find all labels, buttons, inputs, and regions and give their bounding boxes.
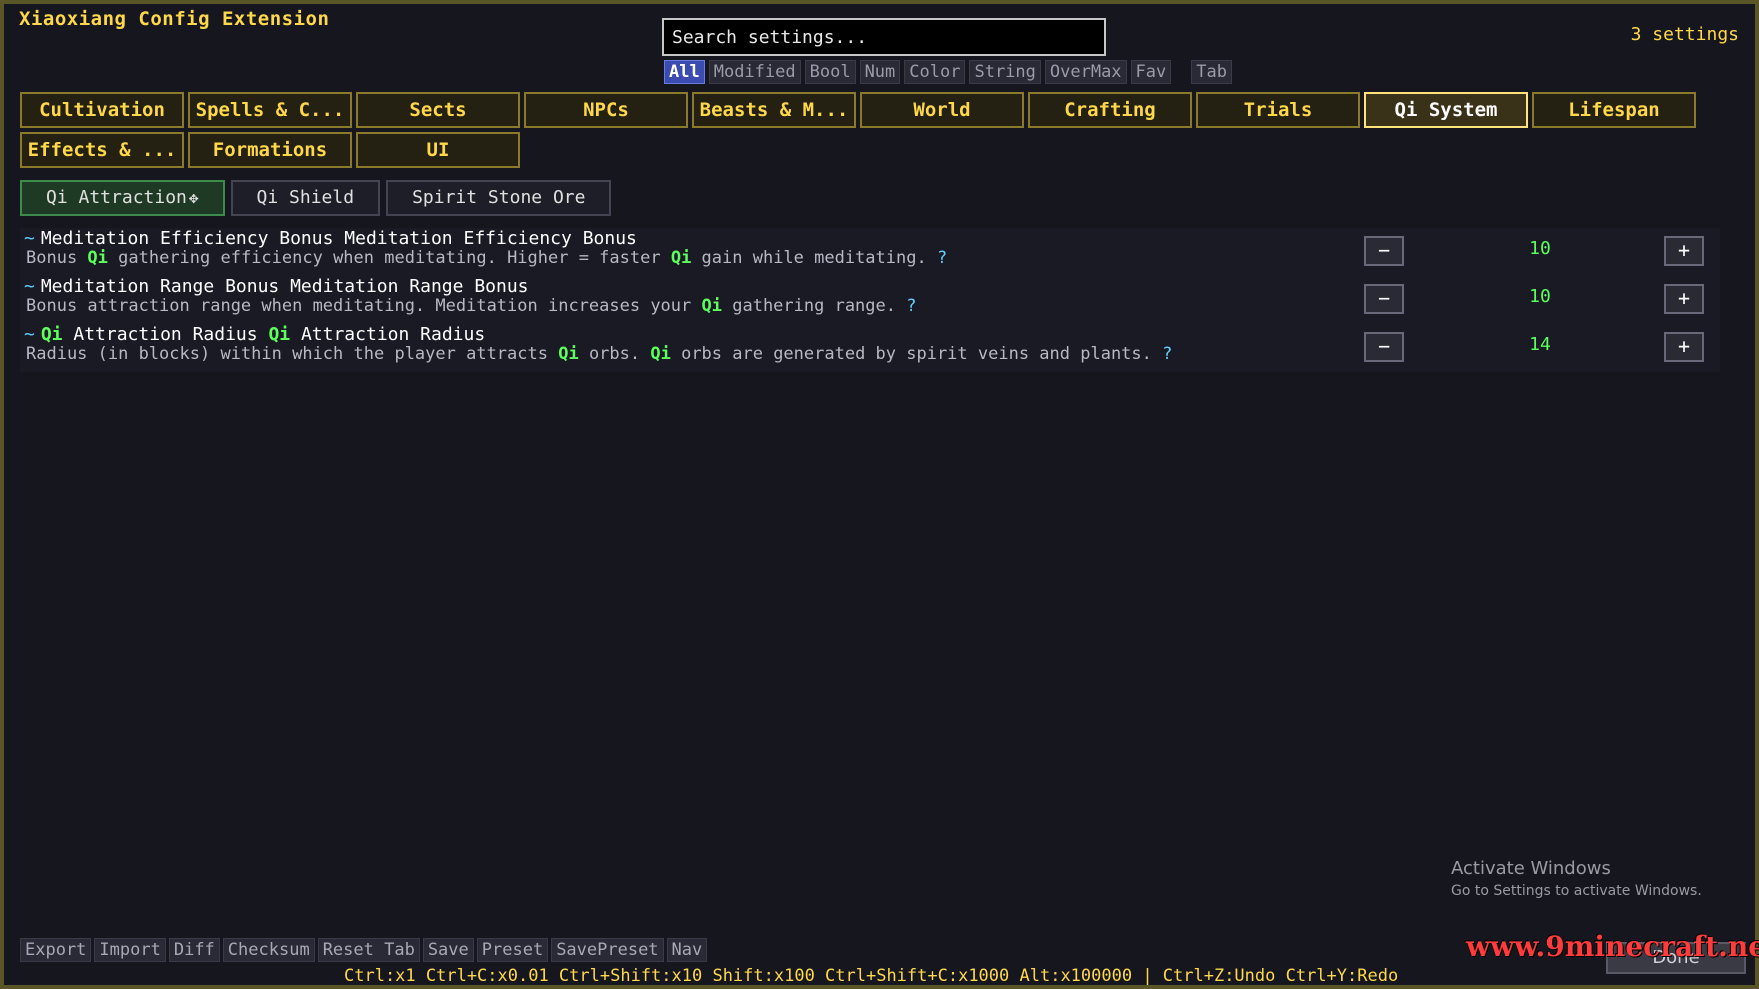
settings-count: 3 settings: [1630, 24, 1739, 45]
search-input[interactable]: [662, 18, 1106, 56]
filter-all[interactable]: All: [664, 60, 705, 84]
decrement-button[interactable]: −: [1364, 332, 1404, 362]
filter-color[interactable]: Color: [904, 60, 966, 84]
app-title: Xiaoxiang Config Extension: [19, 8, 330, 30]
site-watermark: www.9minecraft.net: [1466, 930, 1759, 963]
increment-button[interactable]: +: [1664, 284, 1704, 314]
help-icon[interactable]: ?: [937, 248, 947, 268]
reset-tab-button[interactable]: Reset Tab: [317, 938, 420, 962]
mouse-cursor-icon: ✥: [188, 188, 199, 207]
tab-trials[interactable]: Trials: [1196, 92, 1360, 128]
filter-modified[interactable]: Modified: [708, 60, 801, 84]
tab-qi-system[interactable]: Qi System: [1364, 92, 1528, 128]
export-button[interactable]: Export: [20, 938, 92, 962]
filter-bar: All Modified Bool Num Color String OverM…: [664, 60, 1232, 84]
setting-title: ~ Qi Attraction Radius Qi Attraction Radi…: [24, 324, 486, 345]
diff-button[interactable]: Diff: [168, 938, 220, 962]
import-button[interactable]: Import: [94, 938, 166, 962]
tab-effects[interactable]: Effects & ...: [20, 132, 184, 168]
filter-string[interactable]: String: [969, 60, 1041, 84]
preset-button[interactable]: Preset: [476, 938, 549, 962]
modified-marker: ~: [24, 276, 35, 297]
checksum-button[interactable]: Checksum: [222, 938, 315, 962]
help-icon[interactable]: ?: [1162, 344, 1172, 364]
setting-title: ~ Meditation Efficiency Bonus Meditation …: [24, 228, 637, 249]
save-preset-button[interactable]: SavePreset: [551, 938, 664, 962]
tab-formations[interactable]: Formations: [188, 132, 352, 168]
modified-marker: ~: [24, 324, 35, 345]
bottom-toolbar: Export Import Diff Checksum Reset Tab Sa…: [20, 938, 708, 962]
subtab-label: Qi Attraction: [46, 187, 187, 208]
decrement-button[interactable]: −: [1364, 236, 1404, 266]
save-button[interactable]: Save: [422, 938, 474, 962]
tab-world[interactable]: World: [860, 92, 1024, 128]
decrement-button[interactable]: −: [1364, 284, 1404, 314]
setting-title: ~ Meditation Range Bonus Meditation Range…: [24, 276, 529, 297]
tab-crafting[interactable]: Crafting: [1028, 92, 1192, 128]
tab-beasts[interactable]: Beasts & M...: [692, 92, 856, 128]
tab-spells[interactable]: Spells & C...: [188, 92, 352, 128]
setting-description: Bonus Qi gathering efficiency when medit…: [26, 248, 948, 268]
increment-button[interactable]: +: [1664, 236, 1704, 266]
windows-activation-watermark: Activate Windows Go to Settings to activ…: [1451, 858, 1702, 899]
setting-value[interactable]: 10: [1440, 238, 1640, 259]
subtab-bar: Qi Attraction ✥ Qi Shield Spirit Stone Or…: [20, 180, 612, 216]
filter-tab[interactable]: Tab: [1191, 60, 1232, 84]
subtab-qi-shield[interactable]: Qi Shield: [230, 180, 381, 216]
tab-npcs[interactable]: NPCs: [524, 92, 688, 128]
help-icon[interactable]: ?: [906, 296, 916, 316]
tab-cultivation[interactable]: Cultivation: [20, 92, 184, 128]
filter-fav[interactable]: Fav: [1130, 60, 1172, 84]
tab-ui[interactable]: UI: [356, 132, 520, 168]
config-screen: Xiaoxiang Config Extension 3 settings Al…: [0, 0, 1759, 989]
setting-row: ~ Qi Attraction Radius Qi Attraction Radi…: [20, 324, 1720, 372]
setting-description: Radius (in blocks) within which the play…: [26, 344, 1173, 364]
setting-description: Bonus attraction range when meditating. …: [26, 296, 917, 316]
settings-list: ~ Meditation Efficiency Bonus Meditation …: [20, 228, 1720, 372]
filter-overmax[interactable]: OverMax: [1044, 60, 1127, 84]
setting-value[interactable]: 14: [1440, 334, 1640, 355]
tab-lifespan[interactable]: Lifespan: [1532, 92, 1696, 128]
tab-sects[interactable]: Sects: [356, 92, 520, 128]
filter-bool[interactable]: Bool: [804, 60, 856, 84]
modified-marker: ~: [24, 228, 35, 249]
subtab-spirit-stone-ore[interactable]: Spirit Stone Ore: [386, 180, 612, 216]
filter-num[interactable]: Num: [859, 60, 901, 84]
shortcut-hints: Ctrl:x1 Ctrl+C:x0.01 Ctrl+Shift:x10 Shif…: [344, 966, 1399, 986]
nav-button[interactable]: Nav: [666, 938, 708, 962]
setting-row: ~ Meditation Range Bonus Meditation Range…: [20, 276, 1720, 324]
subtab-qi-attraction[interactable]: Qi Attraction ✥: [20, 180, 225, 216]
setting-row: ~ Meditation Efficiency Bonus Meditation …: [20, 228, 1720, 276]
setting-value[interactable]: 10: [1440, 286, 1640, 307]
increment-button[interactable]: +: [1664, 332, 1704, 362]
